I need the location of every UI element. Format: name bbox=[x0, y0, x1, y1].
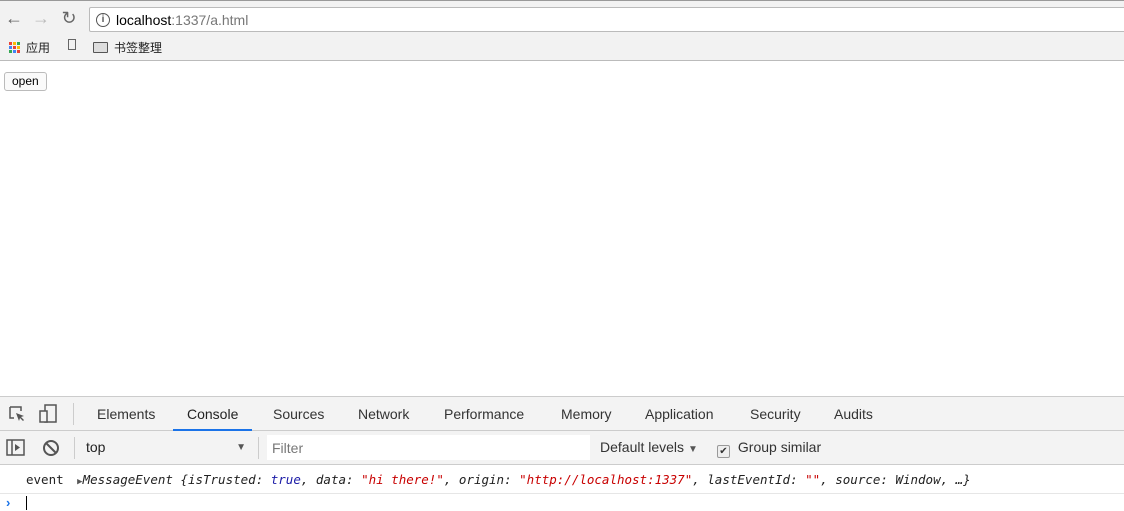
apps-icon bbox=[9, 42, 20, 53]
clear-console-icon[interactable] bbox=[42, 439, 60, 457]
context-value: top bbox=[86, 439, 106, 455]
divider bbox=[74, 437, 75, 459]
bookmark-apps[interactable]: 应用 bbox=[9, 39, 50, 56]
log-levels-label: Default levels bbox=[600, 439, 685, 455]
browser-toolbar: ← → ↻ i localhost:1337/a.html bbox=[0, 0, 1124, 35]
url-host: localhost bbox=[116, 12, 172, 28]
group-similar-checkbox[interactable]: ✔ Group similar bbox=[717, 431, 821, 464]
prompt-chevron-icon: › bbox=[6, 495, 11, 510]
object-text: , lastEventId: bbox=[692, 472, 806, 487]
object-value: "http://localhost:1337" bbox=[519, 472, 693, 487]
tab-application[interactable]: Application bbox=[631, 397, 728, 431]
log-label: event bbox=[26, 472, 64, 487]
url-path: :1337/a.html bbox=[171, 12, 249, 28]
show-sidebar-icon[interactable] bbox=[6, 439, 26, 457]
bookmark-label: 书签整理 bbox=[114, 41, 163, 55]
object-value: true bbox=[270, 472, 301, 487]
divider bbox=[73, 403, 74, 425]
object-value: "hi there!" bbox=[361, 472, 444, 487]
dropdown-arrow-icon: ▼ bbox=[236, 442, 246, 453]
tab-performance[interactable]: Performance bbox=[430, 397, 538, 431]
dropdown-arrow-icon: ▼ bbox=[687, 444, 698, 455]
tab-security[interactable]: Security bbox=[736, 397, 815, 431]
device-toolbar-icon[interactable] bbox=[38, 404, 58, 424]
object-value: "" bbox=[805, 472, 821, 487]
bookmark-label: 应用 bbox=[26, 41, 51, 55]
forward-button[interactable]: → bbox=[30, 7, 52, 29]
tab-sources[interactable]: Sources bbox=[259, 397, 338, 431]
console-prompt[interactable]: › bbox=[0, 494, 1124, 511]
checkbox-checked-icon: ✔ bbox=[717, 445, 730, 458]
reload-button[interactable]: ↻ bbox=[58, 7, 80, 29]
object-class: MessageEvent bbox=[82, 472, 173, 487]
tab-audits[interactable]: Audits bbox=[820, 397, 887, 431]
info-icon[interactable]: i bbox=[96, 13, 110, 27]
divider bbox=[258, 437, 259, 459]
tab-network[interactable]: Network bbox=[344, 397, 423, 431]
log-levels-dropdown[interactable]: Default levels ▼ bbox=[600, 431, 698, 464]
address-bar[interactable]: i localhost:1337/a.html bbox=[89, 7, 1124, 32]
file-icon bbox=[68, 39, 76, 50]
url-text: localhost:1337/a.html bbox=[116, 12, 248, 28]
inspect-element-icon[interactable] bbox=[8, 405, 26, 423]
filter-input[interactable] bbox=[267, 435, 590, 460]
page-content: open bbox=[0, 61, 1124, 396]
folder-icon bbox=[93, 42, 108, 53]
console-message: event ▶MessageEvent {isTrusted: true, da… bbox=[0, 465, 1124, 494]
text-cursor bbox=[26, 496, 27, 510]
back-button[interactable]: ← bbox=[3, 7, 25, 29]
tab-console[interactable]: Console bbox=[173, 397, 253, 431]
console-toolbar: top ▼ Default levels ▼ ✔ Group similar bbox=[0, 431, 1124, 465]
context-selector[interactable]: top ▼ bbox=[86, 431, 250, 464]
bookmarks-bar: 应用 书签整理 bbox=[0, 35, 1124, 61]
tab-elements[interactable]: Elements bbox=[83, 397, 169, 431]
group-similar-label: Group similar bbox=[737, 439, 822, 455]
devtools-tabbar: Elements Console Sources Network Perform… bbox=[0, 396, 1124, 431]
bookmark-file[interactable] bbox=[68, 39, 76, 50]
object-text: , data: bbox=[300, 472, 362, 487]
object-text: {isTrusted: bbox=[172, 472, 271, 487]
log-object[interactable]: MessageEvent {isTrusted: true, data: "hi… bbox=[83, 472, 971, 487]
object-text: , source: Window, …} bbox=[820, 472, 971, 487]
bookmark-folder[interactable]: 书签整理 bbox=[93, 39, 162, 56]
object-text: , origin: bbox=[443, 472, 520, 487]
tab-memory[interactable]: Memory bbox=[547, 397, 626, 431]
open-button[interactable]: open bbox=[4, 72, 47, 91]
